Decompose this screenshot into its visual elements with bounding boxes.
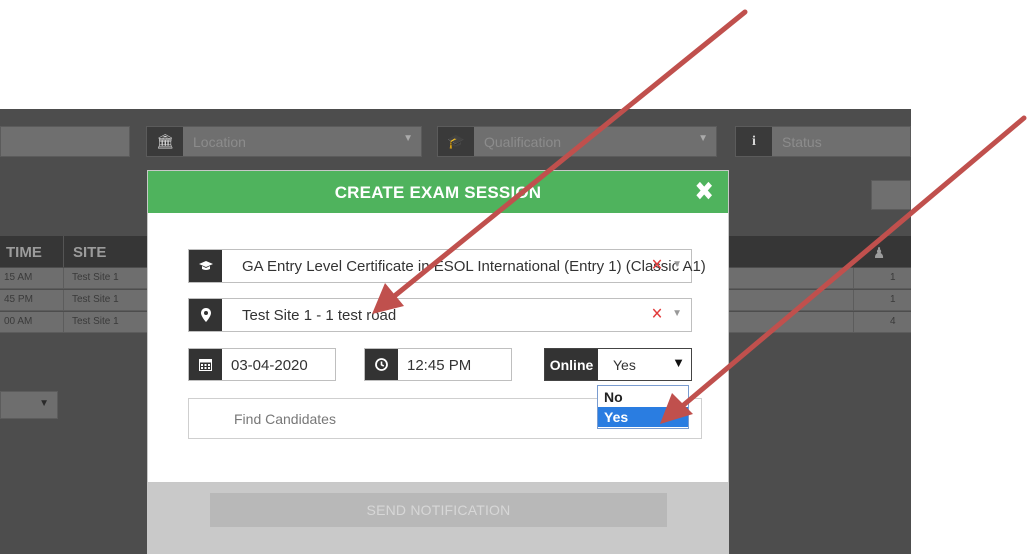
qualification-select[interactable]: GA Entry Level Certificate in ESOL Inter… — [188, 249, 706, 283]
map-marker-icon — [189, 299, 222, 331]
location-value: Test Site 1 - 1 test road — [242, 307, 397, 324]
clear-qualification-icon[interactable]: ✕ — [651, 255, 663, 275]
chevron-down-icon[interactable]: ▼ — [672, 259, 682, 270]
qualification-filter-placeholder: Qualification — [484, 134, 562, 150]
time-value: 12:45 PM — [407, 357, 472, 374]
time-input[interactable]: 12:45 PM — [364, 348, 512, 381]
chevron-down-icon: ▼ — [403, 133, 413, 144]
graduation-cap-icon: 🎓 — [438, 127, 474, 156]
modal-footer: SEND NOTIFICATION — [147, 483, 729, 554]
qualification-filter: 🎓 Qualification ▼ — [437, 126, 717, 157]
online-select[interactable]: Online Yes ▼ — [544, 348, 692, 381]
user-icon — [189, 399, 201, 416]
status-filter-placeholder: Status — [782, 134, 822, 150]
graduation-cap-icon — [189, 250, 222, 282]
chevron-down-icon: ▼ — [698, 133, 708, 144]
create-exam-session-modal: CREATE EXAM SESSION ✖ GA Entry Level Cer… — [147, 170, 729, 483]
status-filter: i Status — [735, 126, 911, 157]
chevron-down-icon[interactable]: ▼ — [672, 308, 682, 319]
modal-header: CREATE EXAM SESSION ✖ — [148, 171, 728, 213]
person-icon: ♟ — [873, 245, 886, 262]
info-icon: i — [736, 127, 772, 156]
modal-title: CREATE EXAM SESSION — [334, 183, 542, 202]
online-option-no[interactable]: No — [598, 387, 688, 407]
online-option-yes[interactable]: Yes — [598, 407, 688, 427]
online-dropdown-list: No Yes — [597, 385, 689, 429]
location-filter-placeholder: Location — [193, 134, 246, 150]
column-header-time: TIME — [6, 244, 42, 261]
online-label: Online — [545, 349, 598, 380]
calendar-icon — [189, 349, 222, 380]
close-icon[interactable]: ✖ — [694, 177, 714, 205]
background-action-button — [871, 180, 911, 210]
location-filter: 🏛 Location ▼ — [146, 126, 422, 157]
chevron-down-icon: ▼ — [39, 398, 49, 409]
search-input-bg — [0, 126, 130, 157]
page-size-select: ▼ — [0, 391, 58, 419]
institution-icon: 🏛 — [147, 127, 183, 156]
clock-icon — [365, 349, 398, 380]
date-value: 03-04-2020 — [231, 357, 308, 374]
find-candidates-placeholder: Find Candidates — [234, 411, 336, 427]
online-value: Yes — [613, 357, 636, 373]
qualification-value: GA Entry Level Certificate in ESOL Inter… — [242, 258, 706, 275]
caret-down-icon[interactable]: ▼ — [672, 355, 685, 370]
send-notification-button[interactable]: SEND NOTIFICATION — [210, 493, 667, 527]
column-header-site: SITE — [73, 244, 107, 261]
clear-location-icon[interactable]: ✕ — [651, 304, 663, 324]
date-input[interactable]: 03-04-2020 — [188, 348, 336, 381]
location-select[interactable]: Test Site 1 - 1 test road ✕ ▼ — [188, 298, 692, 332]
